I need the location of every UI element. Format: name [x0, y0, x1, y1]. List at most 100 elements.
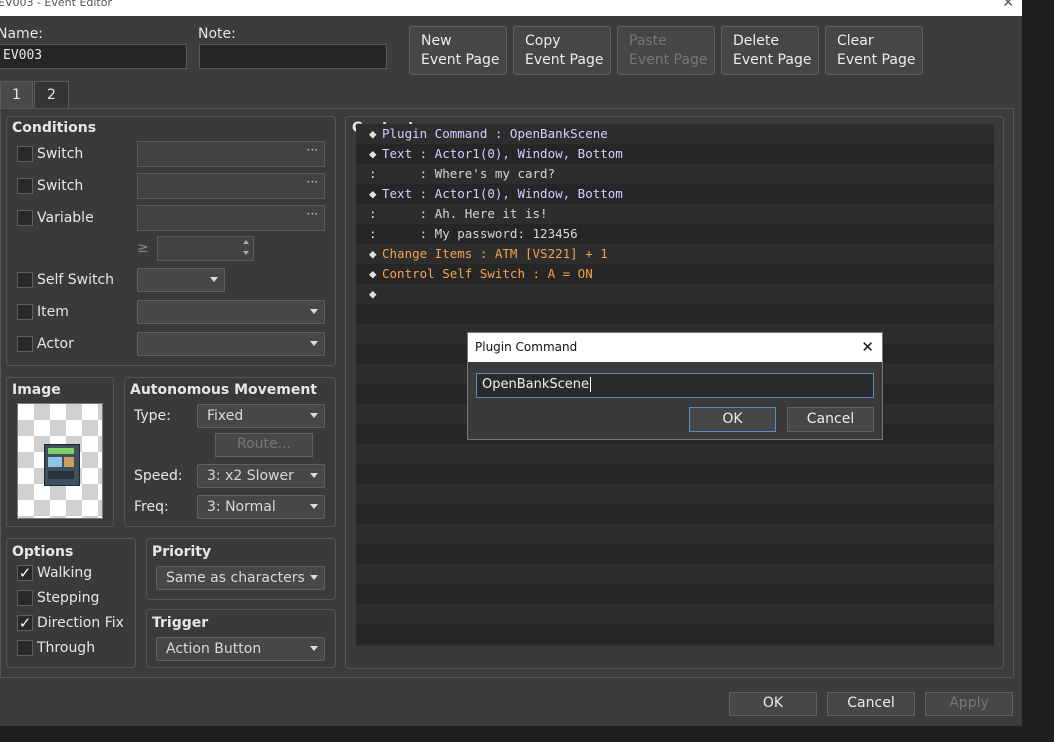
item-select[interactable]	[137, 300, 325, 324]
options-title: Options	[12, 544, 74, 560]
command-row[interactable]: ◆ Text : Actor1(0), Window, Bottom	[356, 184, 994, 204]
movement-type-select[interactable]: Fixed	[197, 404, 325, 428]
empty-row[interactable]	[356, 484, 994, 504]
dialog-ok-button[interactable]: OK	[689, 407, 776, 432]
command-row[interactable]: : : Where's my card?	[356, 164, 994, 184]
switch1-label: Switch	[37, 146, 84, 162]
delete-event-page-button[interactable]: Delete Event Page	[721, 26, 819, 75]
cancel-button[interactable]: Cancel	[827, 692, 915, 716]
command-text: Text : Actor1(0), Window, Bottom	[382, 186, 623, 201]
empty-row[interactable]	[356, 304, 994, 324]
spin-down-icon[interactable]	[243, 251, 249, 255]
through-checkbox[interactable]	[17, 640, 33, 656]
switch2-checkbox[interactable]	[17, 178, 33, 194]
ellipsis-icon: ···	[306, 207, 318, 221]
plugin-command-input[interactable]: OpenBankScene	[476, 373, 874, 398]
command-row[interactable]: ◆	[356, 284, 994, 304]
empty-row[interactable]	[356, 564, 994, 584]
event-image-preview[interactable]	[17, 403, 103, 519]
route-button[interactable]: Route...	[215, 433, 313, 457]
item-checkbox[interactable]	[17, 304, 33, 320]
empty-row[interactable]	[356, 644, 994, 646]
gte-symbol: ≥	[137, 240, 149, 256]
image-title: Image	[12, 382, 61, 398]
command-diamond-icon: ◆	[369, 126, 377, 141]
note-input[interactable]	[199, 44, 387, 69]
dialog-close-icon[interactable]: ✕	[861, 333, 874, 362]
window-titlebar: EV003 - Event Editor ✕	[0, 0, 1022, 16]
actor-select[interactable]	[137, 332, 325, 356]
command-row[interactable]: ◆ Text : Actor1(0), Window, Bottom	[356, 144, 994, 164]
movement-speed-value: 3: x2 Slower	[207, 468, 294, 484]
stepping-checkbox[interactable]	[17, 590, 33, 606]
window-close-icon[interactable]: ✕	[1002, 0, 1014, 11]
command-row[interactable]: ◆ Change Items : ATM [VS221] + 1	[356, 244, 994, 264]
variable-checkbox[interactable]	[17, 210, 33, 226]
copy-event-page-button[interactable]: Copy Event Page	[513, 26, 611, 75]
walking-checkbox[interactable]: ✓	[17, 565, 33, 581]
switch2-label: Switch	[37, 178, 84, 194]
tab-page-1[interactable]: 1	[0, 81, 33, 109]
trigger-title: Trigger	[152, 615, 209, 631]
trigger-value: Action Button	[166, 641, 262, 657]
priority-title: Priority	[152, 544, 212, 560]
direction-fix-checkbox[interactable]: ✓	[17, 615, 33, 631]
command-row[interactable]: ◆ Plugin Command : OpenBankScene	[356, 124, 994, 144]
movement-freq-select[interactable]: 3: Normal	[197, 495, 325, 519]
copy-button-line2: Event Page	[525, 52, 604, 68]
item-label: Item	[37, 304, 69, 320]
command-diamond-icon: ◆	[369, 246, 377, 261]
ok-button[interactable]: OK	[729, 692, 817, 716]
command-row[interactable]: ◆ Control Self Switch : A = ON	[356, 264, 994, 284]
actor-checkbox[interactable]	[17, 336, 33, 352]
movement-speed-select[interactable]: 3: x2 Slower	[197, 464, 325, 488]
self-switch-label: Self Switch	[37, 272, 115, 288]
variable-selector[interactable]: ···	[137, 205, 325, 231]
command-text: Text : Actor1(0), Window, Bottom	[382, 146, 623, 161]
chevron-down-icon	[310, 473, 318, 478]
new-event-page-button[interactable]: New Event Page	[409, 26, 507, 75]
empty-row[interactable]	[356, 544, 994, 564]
switch1-selector[interactable]: ···	[137, 141, 325, 167]
empty-row[interactable]	[356, 624, 994, 644]
tab-page-2[interactable]: 2	[34, 81, 69, 109]
text-cursor	[590, 377, 592, 392]
freq-label: Freq:	[134, 499, 169, 515]
speed-label: Speed:	[134, 468, 183, 484]
paste-event-page-button[interactable]: Paste Event Page	[617, 26, 715, 75]
empty-row[interactable]	[356, 584, 994, 604]
clear-button-line1: Clear	[837, 33, 874, 49]
switch1-checkbox[interactable]	[17, 146, 33, 162]
self-switch-checkbox[interactable]	[17, 272, 33, 288]
command-row[interactable]: : : My password: 123456	[356, 224, 994, 244]
self-switch-select[interactable]	[137, 268, 225, 292]
variable-value-spinner[interactable]	[157, 236, 254, 261]
switch2-selector[interactable]: ···	[137, 173, 325, 199]
command-row[interactable]: : : Ah. Here it is!	[356, 204, 994, 224]
new-button-line1: New	[421, 33, 452, 49]
stepping-label: Stepping	[37, 590, 100, 606]
window-title: EV003 - Event Editor	[0, 0, 112, 9]
delete-button-line2: Event Page	[733, 52, 812, 68]
spin-up-icon[interactable]	[243, 240, 249, 244]
trigger-select[interactable]: Action Button	[156, 637, 325, 661]
ellipsis-icon: ···	[306, 143, 318, 157]
apply-button[interactable]: Apply	[925, 692, 1013, 716]
dialog-cancel-button[interactable]: Cancel	[787, 407, 874, 432]
name-input[interactable]: EV003	[0, 44, 187, 69]
priority-select[interactable]: Same as characters	[156, 566, 325, 590]
empty-row[interactable]	[356, 444, 994, 464]
name-label: Name:	[0, 26, 44, 42]
clear-button-line2: Event Page	[837, 52, 916, 68]
empty-row[interactable]	[356, 464, 994, 484]
empty-row[interactable]	[356, 604, 994, 624]
paste-button-line2: Event Page	[629, 52, 708, 68]
actor-label: Actor	[37, 336, 74, 352]
clear-event-page-button[interactable]: Clear Event Page	[825, 26, 923, 75]
continuation-marker: :	[369, 226, 377, 241]
movement-type-value: Fixed	[207, 408, 244, 424]
delete-button-line1: Delete	[733, 33, 779, 49]
conditions-title: Conditions	[12, 120, 97, 136]
empty-row[interactable]	[356, 524, 994, 544]
empty-row[interactable]	[356, 504, 994, 524]
